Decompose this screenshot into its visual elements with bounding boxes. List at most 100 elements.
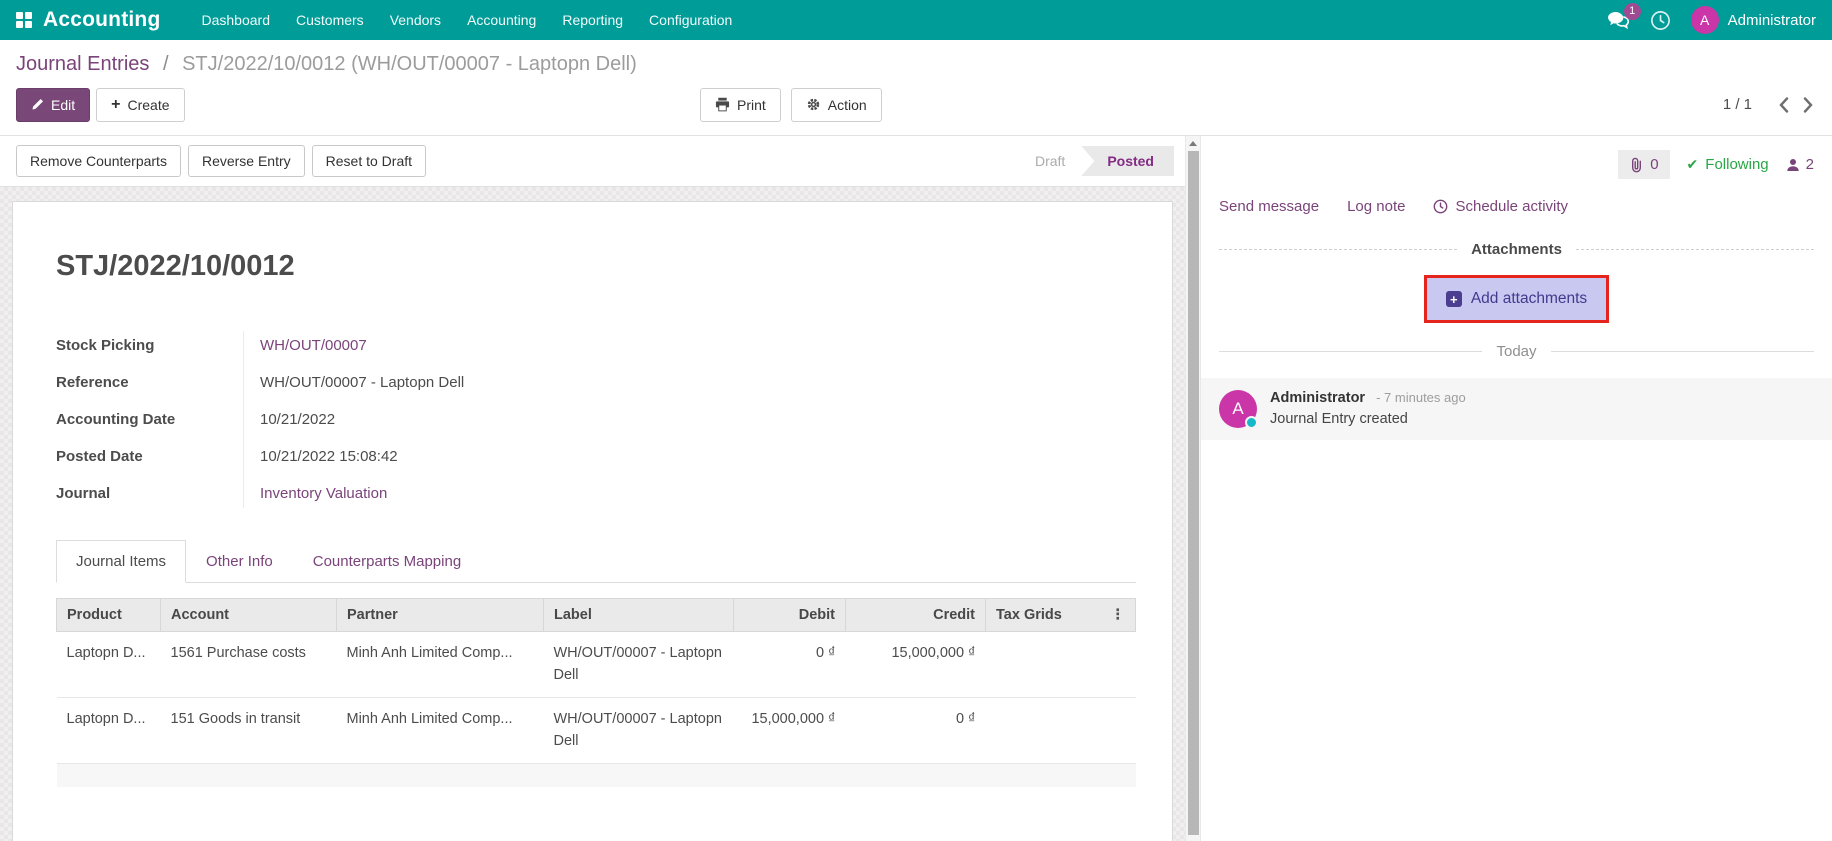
cell-account: 151 Goods in transit	[161, 697, 337, 763]
field-label: Posted Date	[56, 448, 243, 465]
cell-debit: 0 ₫	[734, 632, 846, 698]
table-row[interactable]: Laptopn D... 151 Goods in transit Minh A…	[57, 697, 1136, 763]
following-button[interactable]: ✔ Following	[1687, 156, 1769, 173]
posted-date-value: 10/21/2022 15:08:42	[243, 448, 398, 465]
control-panel: Journal Entries / STJ/2022/10/0012 (WH/O…	[0, 40, 1832, 136]
journal-link[interactable]: Inventory Valuation	[243, 485, 387, 502]
tab-counterparts-mapping[interactable]: Counterparts Mapping	[293, 540, 481, 583]
field-label: Accounting Date	[56, 411, 243, 428]
main-content: Remove Counterparts Reverse Entry Reset …	[0, 136, 1832, 841]
chevron-left-icon	[1778, 97, 1789, 113]
pager-count: 1 / 1	[1723, 96, 1752, 113]
message-author[interactable]: Administrator	[1270, 390, 1365, 406]
plus-icon: +	[111, 97, 120, 113]
reset-to-draft-button[interactable]: Reset to Draft	[312, 145, 426, 177]
col-debit[interactable]: Debit	[734, 599, 846, 632]
apps-menu-button[interactable]: Accounting	[16, 8, 161, 32]
breadcrumb-current: STJ/2022/10/0012 (WH/OUT/00007 - Laptopn…	[182, 53, 637, 75]
breadcrumb: Journal Entries / STJ/2022/10/0012 (WH/O…	[16, 53, 1816, 76]
chatter-topbar: 0 ✔ Following 2	[1201, 136, 1832, 189]
field-accounting-date: Accounting Date 10/21/2022	[56, 401, 696, 438]
menu-reporting[interactable]: Reporting	[549, 0, 636, 40]
field-label: Reference	[56, 374, 243, 391]
create-button[interactable]: + Create	[96, 88, 184, 122]
send-message-button[interactable]: Send message	[1219, 198, 1319, 215]
status-posted: Posted	[1081, 146, 1174, 176]
highlight-box: + Add attachments	[1424, 275, 1609, 323]
scrollbar-up-arrow-icon[interactable]	[1186, 136, 1200, 150]
messages-icon[interactable]: 1	[1607, 11, 1630, 30]
stock-picking-link[interactable]: WH/OUT/00007	[243, 337, 367, 354]
field-stock-picking: Stock Picking WH/OUT/00007	[56, 327, 696, 364]
schedule-activity-button[interactable]: Schedule activity	[1433, 198, 1568, 215]
pager: 1 / 1	[1723, 95, 1816, 115]
menu-vendors[interactable]: Vendors	[377, 0, 454, 40]
message-content: Administrator - 7 minutes ago Journal En…	[1270, 390, 1466, 428]
field-reference: Reference WH/OUT/00007 - Laptopn Dell	[56, 364, 696, 401]
reverse-entry-button[interactable]: Reverse Entry	[188, 145, 305, 177]
chatter-panel: 0 ✔ Following 2 Send message Log note	[1200, 136, 1832, 841]
activities-clock-icon[interactable]	[1650, 10, 1671, 31]
optional-columns-toggle-icon[interactable]: ⋮	[1111, 607, 1126, 623]
chatter-actions: Send message Log note Schedule activity	[1201, 189, 1832, 231]
user-avatar: A	[1691, 6, 1719, 34]
action-button[interactable]: Action	[791, 88, 882, 122]
table-header-row: Product Account Partner Label Debit Cred…	[57, 599, 1136, 632]
log-note-button[interactable]: Log note	[1347, 198, 1405, 215]
edit-button[interactable]: Edit	[16, 88, 90, 122]
status-widget: Draft Posted	[1019, 146, 1174, 176]
table-footer-strip	[57, 763, 1136, 787]
cell-credit: 0 ₫	[846, 697, 986, 763]
tab-journal-items[interactable]: Journal Items	[56, 540, 186, 583]
followers-button[interactable]: 2	[1786, 156, 1814, 173]
cell-product: Laptopn D...	[57, 632, 161, 698]
cell-partner: Minh Anh Limited Comp...	[337, 697, 544, 763]
record-buttons: Edit + Create	[16, 88, 185, 122]
form-view-pane: Remove Counterparts Reverse Entry Reset …	[0, 136, 1200, 841]
cell-label: WH/OUT/00007 - Laptopn Dell	[544, 632, 734, 698]
attachments-count-button[interactable]: 0	[1618, 150, 1669, 179]
status-draft[interactable]: Draft	[1019, 146, 1081, 176]
control-panel-buttons: Edit + Create Print Ac	[16, 86, 1816, 123]
form-statusbar: Remove Counterparts Reverse Entry Reset …	[0, 136, 1200, 187]
menu-accounting[interactable]: Accounting	[454, 0, 549, 40]
col-tax-grids[interactable]: Tax Grids ⋮	[986, 599, 1136, 632]
menu-customers[interactable]: Customers	[283, 0, 377, 40]
col-credit[interactable]: Credit	[846, 599, 986, 632]
cell-product: Laptopn D...	[57, 697, 161, 763]
print-button[interactable]: Print	[700, 88, 781, 122]
today-label: Today	[1496, 343, 1536, 360]
messages-badge: 1	[1624, 3, 1641, 20]
menu-dashboard[interactable]: Dashboard	[189, 0, 284, 40]
attachments-title: Attachments	[1471, 241, 1562, 258]
breadcrumb-separator: /	[163, 53, 169, 75]
breadcrumb-journal-entries[interactable]: Journal Entries	[16, 53, 149, 75]
paperclip-icon	[1629, 157, 1643, 173]
plus-square-icon: +	[1446, 291, 1462, 307]
add-attachments-button[interactable]: + Add attachments	[1427, 278, 1606, 320]
col-account[interactable]: Account	[161, 599, 337, 632]
field-journal: Journal Inventory Valuation	[56, 475, 696, 512]
app-title[interactable]: Accounting	[43, 8, 161, 32]
vertical-scrollbar[interactable]	[1185, 136, 1200, 841]
scrollbar-thumb[interactable]	[1188, 151, 1199, 835]
pager-next-button[interactable]	[1801, 95, 1816, 115]
tab-other-info[interactable]: Other Info	[186, 540, 293, 583]
today-divider: Today	[1219, 343, 1814, 360]
navbar-systray: 1 A Administrator	[1607, 6, 1816, 34]
col-product[interactable]: Product	[57, 599, 161, 632]
person-icon	[1786, 158, 1800, 172]
menu-configuration[interactable]: Configuration	[636, 0, 745, 40]
apps-grid-icon[interactable]	[16, 12, 32, 28]
field-group: Stock Picking WH/OUT/00007 Reference WH/…	[56, 327, 696, 512]
app-window: Accounting Dashboard Customers Vendors A…	[0, 0, 1832, 841]
cell-tax-grids	[986, 697, 1136, 763]
pager-previous-button[interactable]	[1776, 95, 1791, 115]
remove-counterparts-button[interactable]: Remove Counterparts	[16, 145, 181, 177]
col-partner[interactable]: Partner	[337, 599, 544, 632]
user-menu[interactable]: A Administrator	[1691, 6, 1816, 34]
journal-items-table: Product Account Partner Label Debit Cred…	[56, 598, 1136, 787]
table-row[interactable]: Laptopn D... 1561 Purchase costs Minh An…	[57, 632, 1136, 698]
cell-label: WH/OUT/00007 - Laptopn Dell	[544, 697, 734, 763]
col-label[interactable]: Label	[544, 599, 734, 632]
